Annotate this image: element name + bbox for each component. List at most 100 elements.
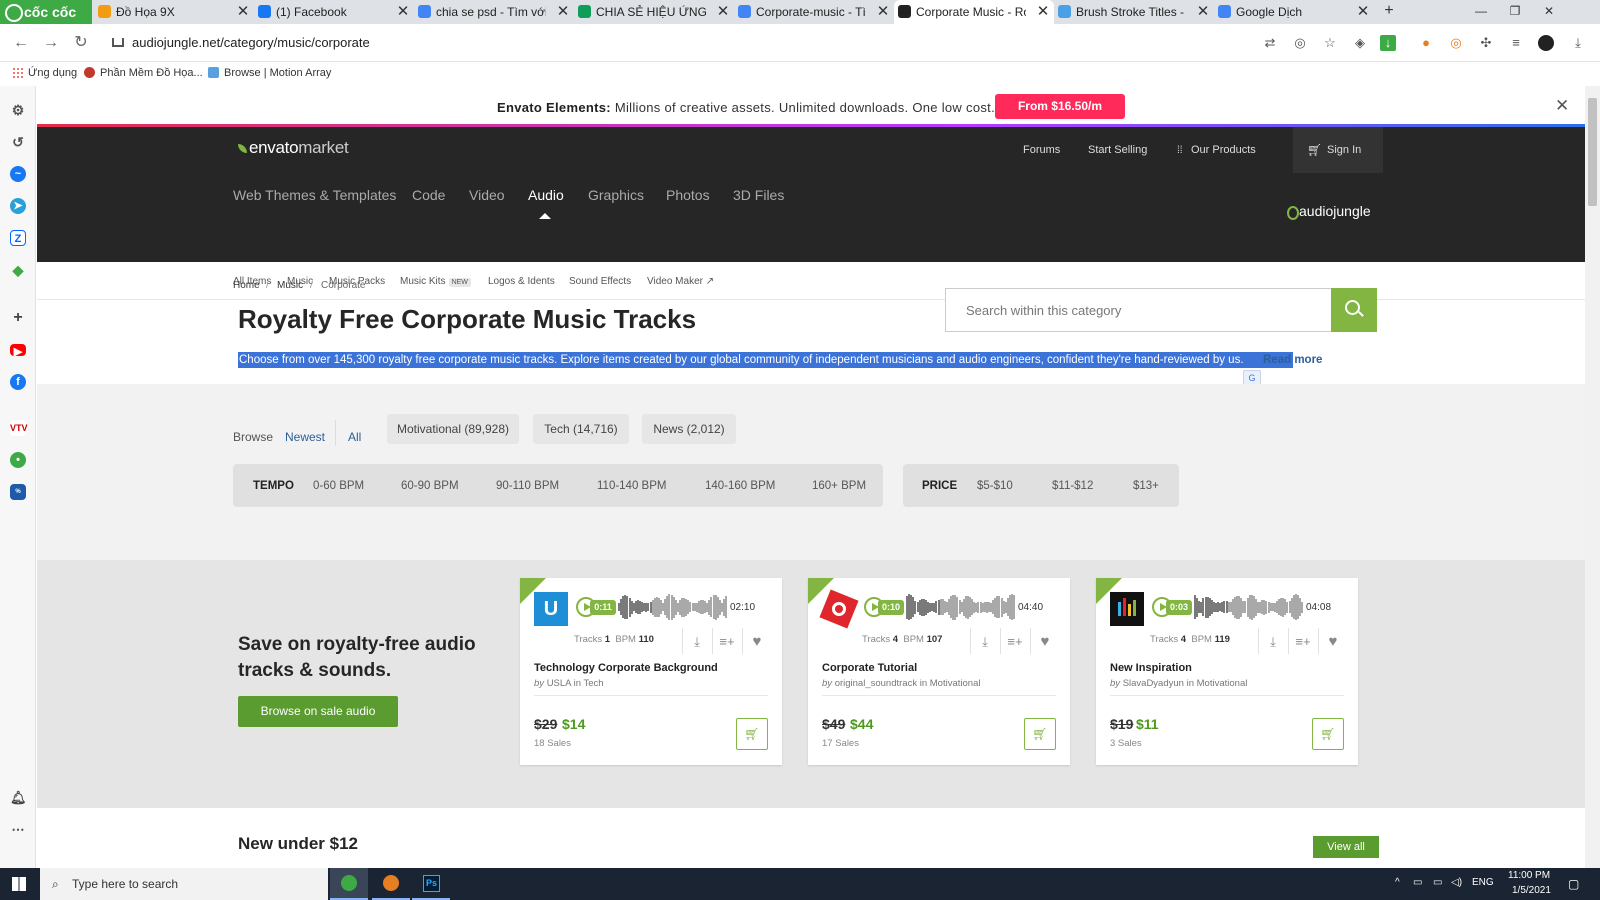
subnav-logos-idents[interactable]: Logos & Idents — [488, 276, 555, 287]
translate-icon[interactable]: ⇄ — [1262, 35, 1278, 51]
start-selling-link[interactable]: Start Selling — [1088, 144, 1147, 156]
page-scrollbar[interactable] — [1585, 86, 1600, 868]
view-all-button[interactable]: View all — [1313, 836, 1379, 858]
price-5-10[interactable]: $5-$10 — [977, 480, 1013, 492]
address-bar[interactable]: audiojungle.net/category/music/corporate — [104, 29, 1264, 57]
tab-close-icon[interactable]: ✕ — [236, 0, 250, 24]
subnav-video-maker[interactable]: Video Maker ↗ — [647, 276, 714, 287]
taskbar-search-input[interactable]: Type here to search — [40, 868, 328, 900]
browser-tab[interactable]: Corporate-music - Tìm ✕ — [734, 0, 894, 24]
breadcrumb-music[interactable]: Music — [277, 280, 303, 291]
browser-tab[interactable]: Đồ Họa 9X ✕ — [94, 0, 254, 24]
chip-news[interactable]: News (2,012) — [642, 414, 736, 444]
tab-close-icon[interactable]: ✕ — [396, 0, 410, 24]
youtube-icon[interactable]: ▶ — [10, 344, 26, 358]
taskbar-photoshop[interactable]: Ps — [412, 868, 450, 900]
audiojungle-badge[interactable]: audiojungle — [1277, 194, 1383, 232]
minimize-icon[interactable]: — — [1466, 0, 1496, 24]
download-icon[interactable]: ⤓ — [686, 632, 708, 652]
chip-tech[interactable]: Tech (14,716) — [533, 414, 629, 444]
tempo-110-140[interactable]: 110-140 BPM — [597, 480, 666, 492]
tempo-60-90[interactable]: 60-90 BPM — [401, 480, 459, 492]
bookmark-motion-array[interactable]: Browse | Motion Array — [206, 62, 331, 84]
track-card[interactable]: 0:10 04:40 Tracks 4 BPM 107 ⤓ ≡+ ♥ Corpo… — [808, 578, 1070, 765]
facebook-icon[interactable]: f — [10, 374, 26, 390]
track-title[interactable]: Technology Corporate Background — [534, 662, 718, 674]
author-link[interactable]: USLA — [547, 678, 571, 689]
sign-in-button[interactable]: 🛒︎ Sign In — [1307, 143, 1361, 157]
telegram-icon[interactable]: ➤ — [10, 198, 26, 214]
browser-tab[interactable]: chia se psd - Tìm với G ✕ — [414, 0, 574, 24]
tempo-140-160[interactable]: 140-160 BPM — [705, 480, 775, 492]
browse-sale-button[interactable]: Browse on sale audio — [238, 696, 398, 727]
browser-tab[interactable]: CHIA SẺ HIỆU ỨNG CH ✕ — [574, 0, 734, 24]
more-icon[interactable]: ⋯ — [10, 822, 26, 838]
taskbar-zalo[interactable] — [372, 868, 410, 900]
category-link[interactable]: Tech — [584, 678, 604, 689]
maximize-icon[interactable]: ❐ — [1500, 0, 1530, 24]
envato-market-logo[interactable]: envatomarket — [238, 138, 349, 158]
vtv-icon[interactable]: VTV — [10, 420, 28, 436]
category-link[interactable]: Motivational — [930, 678, 981, 689]
new-tab-button[interactable]: + — [1374, 0, 1404, 24]
tab-close-icon[interactable]: ✕ — [876, 0, 890, 24]
banner-cta-button[interactable]: From $16.50/m — [995, 94, 1125, 119]
game-controller-icon[interactable]: ◆ — [10, 262, 26, 278]
tempo-90-110[interactable]: 90-110 BPM — [496, 480, 559, 492]
browser-tab[interactable]: (1) Facebook ✕ — [254, 0, 414, 24]
waveform[interactable] — [618, 593, 728, 621]
nav-3d-files[interactable]: 3D Files — [733, 187, 784, 203]
windows-start-icon[interactable] — [12, 877, 26, 891]
search-input[interactable]: Search within this category — [945, 288, 1331, 332]
back-icon[interactable]: ← — [10, 32, 32, 54]
subnav-sound-effects[interactable]: Sound Effects — [569, 276, 631, 287]
track-thumbnail[interactable] — [819, 589, 859, 629]
add-to-cart-button[interactable]: 🛒︎ — [736, 718, 768, 750]
read-more-link[interactable]: Read more — [1263, 352, 1322, 368]
settings-gear-icon[interactable]: ⚙ — [10, 102, 26, 118]
browser-tab[interactable]: Corporate Music - Roy ✕ — [894, 0, 1054, 24]
waveform[interactable] — [1194, 593, 1304, 621]
track-thumbnail[interactable]: U — [534, 592, 568, 626]
chat-icon[interactable]: • — [10, 452, 26, 468]
download-icon[interactable]: ⤓ — [1262, 632, 1284, 652]
notification-bell-icon[interactable]: 🔔︎ — [10, 790, 27, 806]
track-card[interactable]: 0:03 04:08 Tracks 4 BPM 119 ⤓ ≡+ ♥ New I… — [1096, 578, 1358, 765]
category-link[interactable]: Motivational — [1197, 678, 1248, 689]
tempo-0-60[interactable]: 0-60 BPM — [313, 480, 364, 492]
promo-icon[interactable]: % — [10, 484, 26, 500]
extension-orange-icon[interactable]: ● — [1418, 35, 1434, 51]
banner-close-icon[interactable]: ✕ — [1555, 96, 1569, 116]
browser-tab[interactable]: Brush Stroke Titles - Pr ✕ — [1054, 0, 1214, 24]
bookmark-star-icon[interactable]: ☆ — [1322, 35, 1338, 51]
downloads-icon[interactable]: ⤓ — [1570, 35, 1586, 51]
browse-all-link[interactable]: All — [348, 430, 361, 444]
tray-network-icon[interactable]: ▭ — [1413, 877, 1422, 888]
extension-icon[interactable]: ◈ — [1352, 35, 1368, 51]
zalo-icon[interactable]: Z — [10, 230, 26, 246]
browser-logo[interactable]: cốc cốc — [0, 0, 92, 24]
price-11-12[interactable]: $11-$12 — [1052, 480, 1093, 492]
nav-video[interactable]: Video — [469, 187, 505, 203]
nav-code[interactable]: Code — [412, 187, 445, 203]
track-card[interactable]: U 0:11 02:10 Tracks 1 BPM 110 ⤓ ≡+ ♥ Tec… — [520, 578, 782, 765]
add-to-cart-button[interactable]: 🛒︎ — [1312, 718, 1344, 750]
profile-avatar[interactable] — [1538, 35, 1554, 51]
scrollbar-thumb[interactable] — [1588, 98, 1597, 206]
reload-icon[interactable]: ↻ — [70, 32, 92, 54]
language-indicator[interactable]: ENG — [1472, 877, 1494, 888]
tab-close-icon[interactable]: ✕ — [1356, 0, 1370, 24]
clock-time[interactable]: 11:00 PM — [1508, 870, 1550, 881]
forward-icon[interactable]: → — [40, 32, 62, 54]
breadcrumb-home[interactable]: Home — [233, 280, 260, 291]
add-to-collection-icon[interactable]: ≡+ — [716, 632, 738, 652]
track-title[interactable]: Corporate Tutorial — [822, 662, 917, 674]
taskbar-coccoc[interactable] — [330, 868, 368, 900]
messenger-icon[interactable]: ~ — [10, 166, 26, 182]
download-icon[interactable]: ⤓ — [974, 632, 996, 652]
add-to-collection-icon[interactable]: ≡+ — [1292, 632, 1314, 652]
tab-close-icon[interactable]: ✕ — [556, 0, 570, 24]
price-13-plus[interactable]: $13+ — [1133, 480, 1159, 492]
add-to-cart-button[interactable]: 🛒︎ — [1024, 718, 1056, 750]
browse-newest-link[interactable]: Newest — [285, 430, 325, 444]
